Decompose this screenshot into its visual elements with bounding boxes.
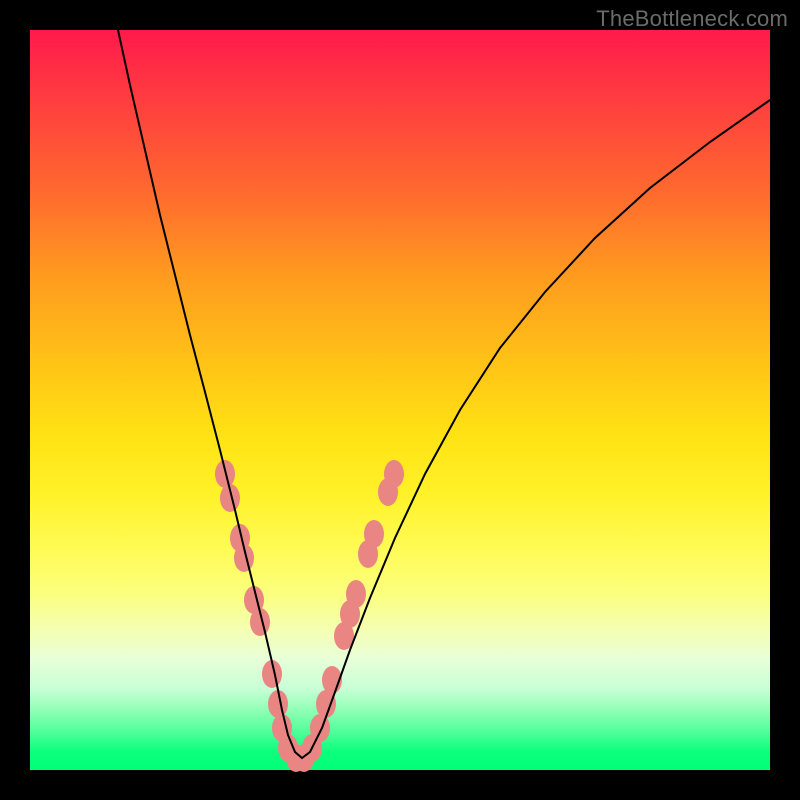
highlight-dot [316,690,336,718]
highlight-dot [384,460,404,488]
bottleneck-curve-path [118,30,770,758]
highlight-dot [364,520,384,548]
chart-frame: TheBottleneck.com [0,0,800,800]
plot-area [30,30,770,770]
curve-svg [30,30,770,770]
watermark-text: TheBottleneck.com [596,6,788,32]
marker-layer [215,460,404,772]
highlight-dot [346,580,366,608]
highlight-dot [310,714,330,742]
